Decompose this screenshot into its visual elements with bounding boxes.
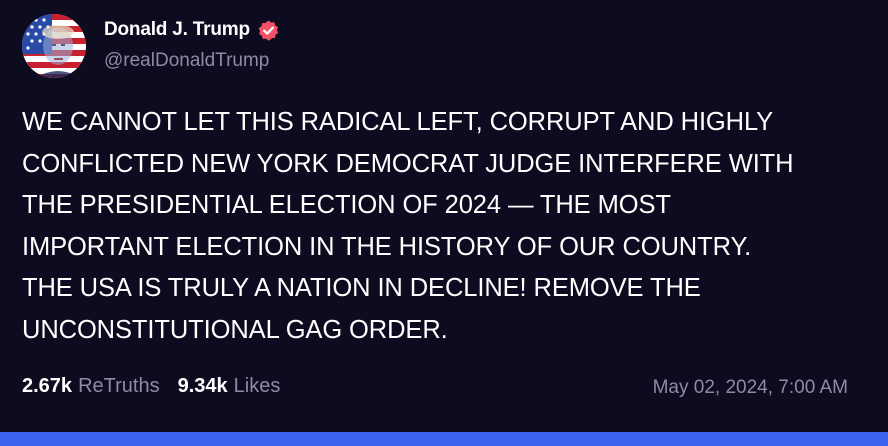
retruths-label: ReTruths [78,375,160,397]
author-display-name[interactable]: Donald J. Trump [104,19,250,41]
post-stats: 2.67k ReTruths 9.34k Likes [22,375,298,398]
likes-stat[interactable]: 9.34k Likes [178,375,281,398]
retruths-stat[interactable]: 2.67k ReTruths [22,375,160,398]
post-body-text: WE CANNOT LET THIS RADICAL LEFT, CORRUPT… [22,108,794,344]
retruths-count: 2.67k [22,375,73,397]
post-card: Donald J. Trump @realDonaldTrump WE CANN… [0,0,888,432]
author-handle[interactable]: @realDonaldTrump [104,50,269,72]
bottom-accent-bar [0,432,888,446]
flag-portrait-avatar-image [22,14,86,78]
post-timestamp[interactable]: May 02, 2024, 7:00 AM [653,377,848,399]
likes-label: Likes [233,375,281,397]
likes-count: 9.34k [177,375,228,397]
avatar[interactable] [22,14,86,78]
author-name-row: Donald J. Trump [104,17,280,43]
verified-badge-icon [257,19,280,42]
